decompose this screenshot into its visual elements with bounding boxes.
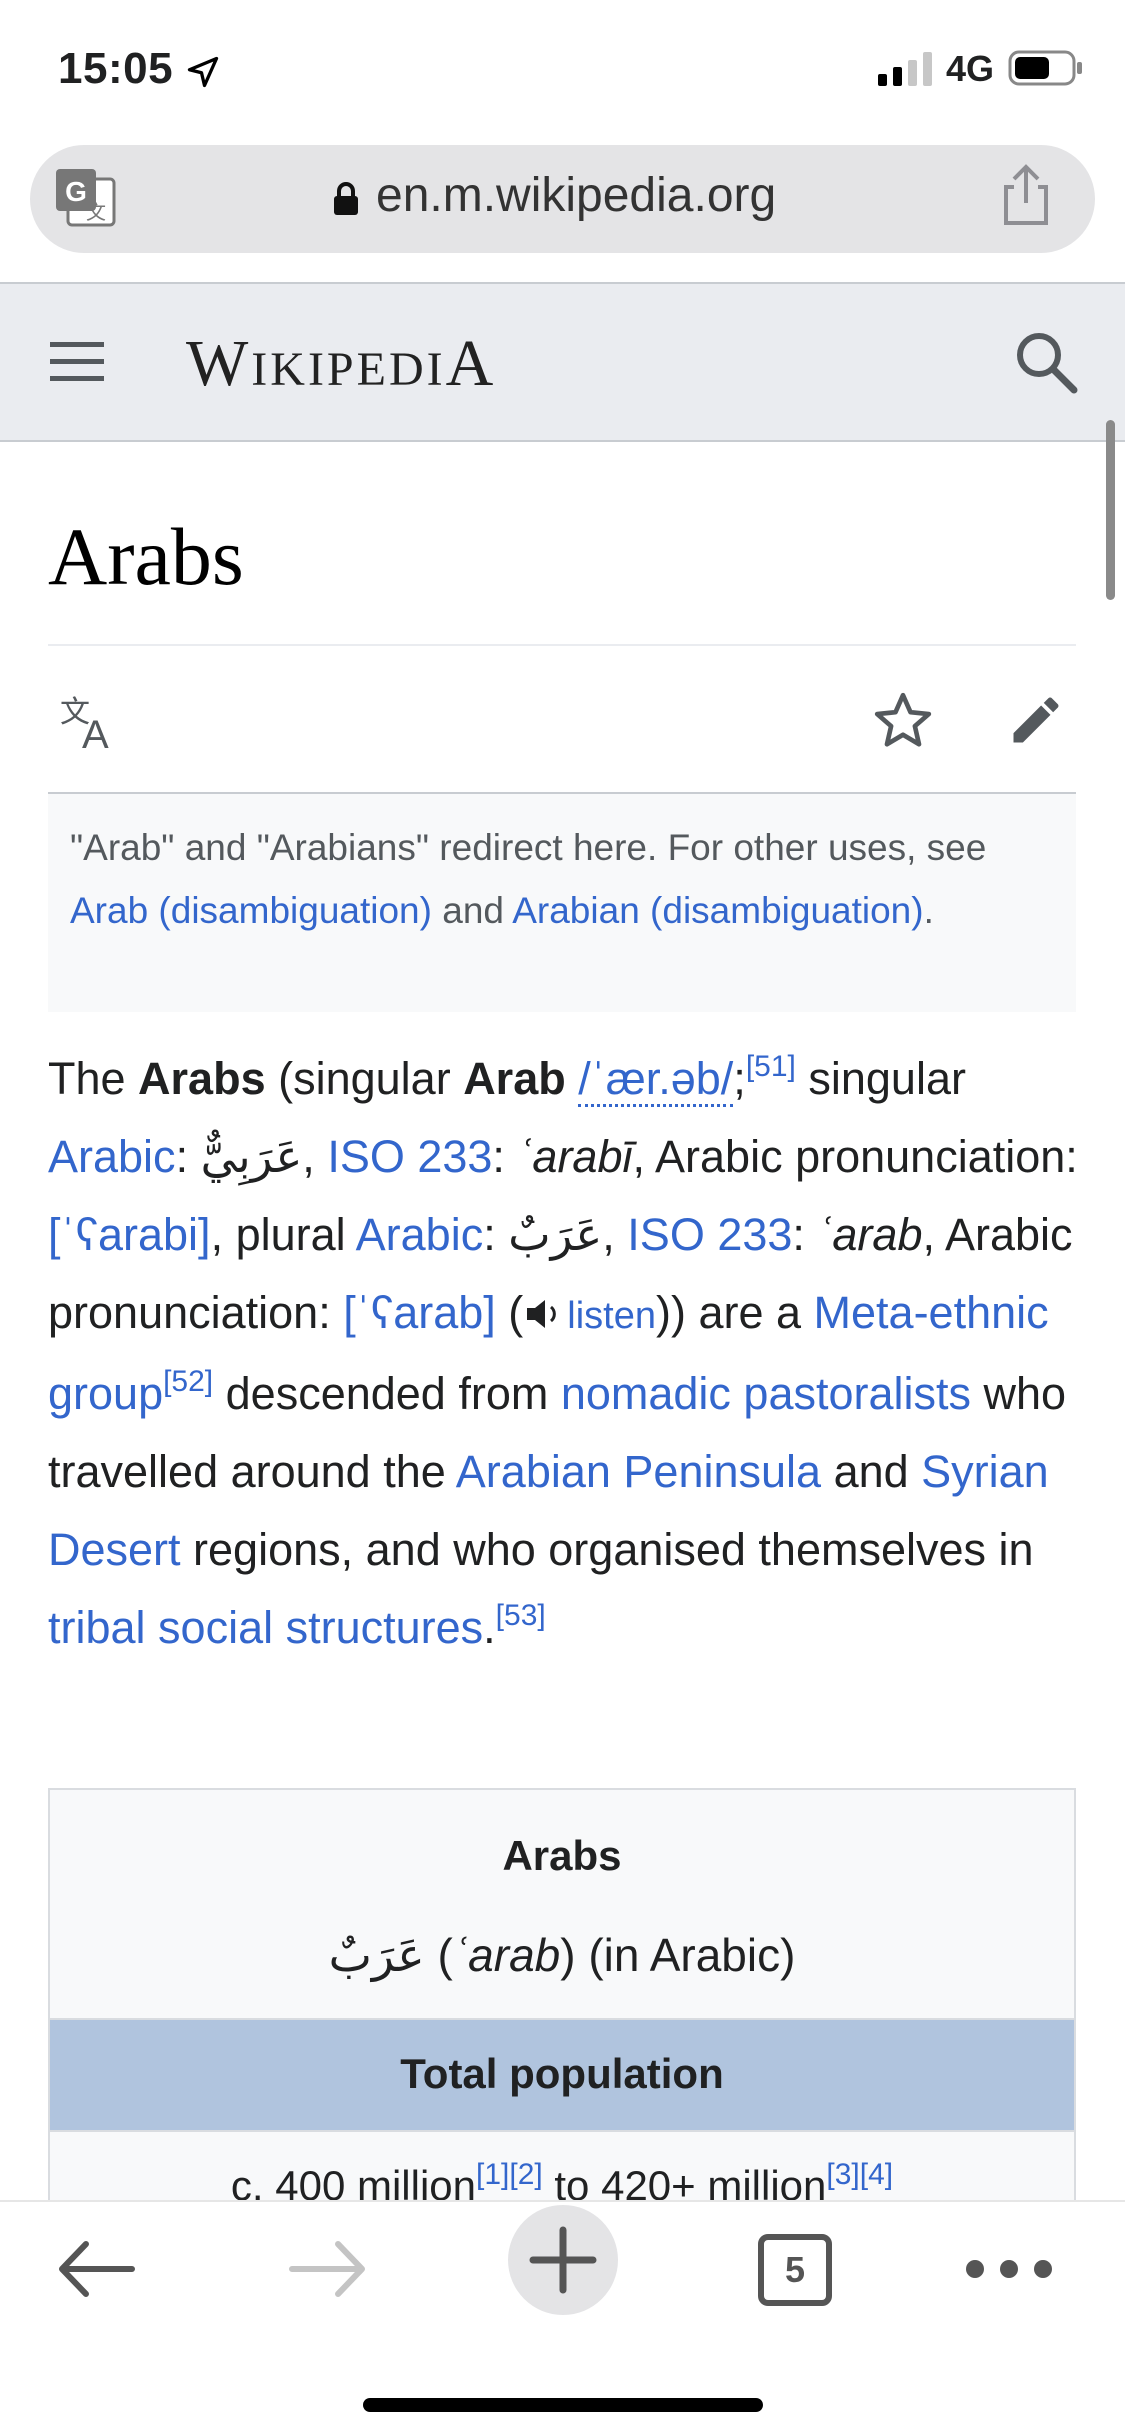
ipa-pronunciation-link[interactable]: [ˈʕarab] — [343, 1287, 496, 1338]
citation-link[interactable]: [3] — [826, 2158, 859, 2191]
ipa-pronunciation-link[interactable]: /ˈær.əb/ — [578, 1053, 734, 1107]
page-title: Arabs — [48, 511, 244, 602]
link-nomadic-pastoralists[interactable]: nomadic pastoralists — [561, 1368, 971, 1419]
citation-link[interactable]: [51] — [746, 1050, 796, 1083]
link-arabian-disambiguation[interactable]: Arabian (disambiguation) — [512, 890, 923, 931]
transliteration: ʿarabī — [517, 1131, 633, 1182]
link-arab-disambiguation[interactable]: Arab (disambiguation) — [70, 890, 432, 931]
wordmark-last: A — [445, 327, 497, 400]
arabic-script: عَرَبِيٌّ — [200, 1130, 303, 1183]
back-arrow-icon[interactable] — [54, 2236, 138, 2302]
link-arabic[interactable]: Arabic — [48, 1131, 176, 1182]
more-dots-icon[interactable] — [964, 2258, 1054, 2280]
hamburger-menu-icon[interactable] — [46, 338, 108, 386]
link-arabian-peninsula[interactable]: Arabian Peninsula — [456, 1446, 821, 1497]
svg-text:文: 文 — [86, 200, 106, 224]
new-tab-button[interactable] — [508, 2205, 618, 2315]
listen-link[interactable]: listen — [567, 1295, 656, 1337]
text: , plural — [210, 1209, 356, 1260]
link-arabic[interactable]: Arabic — [356, 1209, 484, 1260]
tab-switcher-button[interactable]: 5 — [758, 2234, 832, 2306]
text: The — [48, 1053, 139, 1104]
text: singular — [795, 1053, 966, 1104]
hatnote-text: . — [923, 890, 934, 931]
text: : — [792, 1209, 818, 1260]
transliteration: ʿarab — [817, 1209, 923, 1260]
status-time: 15:05 — [58, 44, 174, 93]
citation-link[interactable]: [52] — [163, 1365, 213, 1398]
citation-link[interactable]: [1] — [476, 2158, 509, 2191]
text: ( — [495, 1287, 524, 1338]
url-text[interactable]: en.m.wikipedia.org — [376, 168, 776, 223]
link-tribal-social-structures[interactable]: tribal social structures — [48, 1602, 483, 1653]
citation-link[interactable]: [4] — [860, 2158, 893, 2191]
arabic-script: عَرَبٌ — [328, 1928, 425, 1982]
text: ; — [733, 1053, 746, 1104]
plus-icon — [529, 2226, 597, 2294]
text: ) (in Arabic) — [560, 1929, 796, 1981]
title-divider — [48, 644, 1076, 646]
hatnote-text: "Arab" and "Arabians" redirect here. For… — [70, 827, 987, 868]
infobox: Arabs عَرَبٌ (ʿarab) (in Arabic) Total p… — [48, 1788, 1076, 2209]
text: and — [821, 1446, 922, 1497]
text: descended from — [213, 1368, 561, 1419]
text: . — [483, 1602, 496, 1653]
text: : — [483, 1209, 509, 1260]
forward-arrow-icon[interactable] — [286, 2236, 370, 2302]
share-icon[interactable] — [1000, 163, 1052, 229]
battery-icon — [1008, 50, 1082, 86]
star-icon[interactable] — [872, 690, 934, 752]
wikipedia-wordmark[interactable]: WIKIPEDIA — [186, 326, 496, 402]
scrollbar[interactable] — [1106, 420, 1115, 600]
lock-icon — [334, 182, 358, 215]
infobox-section-header: Total population — [50, 2018, 1074, 2132]
wordmark-middle: IKIPEDI — [251, 343, 446, 396]
wordmark-first: W — [186, 327, 252, 400]
wiki-header — [0, 282, 1125, 442]
location-arrow-icon — [187, 56, 219, 88]
infobox-title: Arabs — [502, 1832, 622, 1879]
text: )) are a — [655, 1287, 814, 1338]
infobox-native-name: عَرَبٌ (ʿarab) (in Arabic) — [50, 1928, 1074, 1982]
bold-term: Arab — [463, 1053, 566, 1104]
text — [566, 1053, 579, 1104]
text: regions, and who organised themselves in — [180, 1524, 1034, 1575]
google-translate-icon[interactable]: G 文 — [52, 165, 120, 233]
svg-text:G: G — [65, 176, 87, 207]
svg-text:A: A — [82, 713, 109, 752]
hatnote: "Arab" and "Arabians" redirect here. For… — [48, 794, 1076, 1012]
text: , — [602, 1209, 628, 1260]
citation-link[interactable]: [53] — [496, 1599, 546, 1632]
speaker-icon[interactable] — [523, 1296, 567, 1332]
search-icon[interactable] — [1012, 328, 1080, 396]
language-icon[interactable]: 文 A — [58, 692, 122, 752]
total-population-label: Total population — [400, 2050, 724, 2097]
text: : — [175, 1131, 201, 1182]
signal-icon — [878, 52, 932, 86]
link-iso-233[interactable]: ISO 233 — [627, 1209, 792, 1260]
text: , — [302, 1131, 328, 1182]
transliteration: ʿarab — [452, 1929, 561, 1981]
text: (singular — [265, 1053, 464, 1104]
pencil-edit-icon[interactable] — [1006, 690, 1066, 750]
arabic-script: عَرَبٌ — [508, 1208, 603, 1261]
bold-term: Arabs — [138, 1053, 266, 1104]
hatnote-text: and — [431, 890, 513, 931]
citation-link[interactable]: [2] — [509, 2158, 542, 2191]
link-iso-233[interactable]: ISO 233 — [327, 1131, 492, 1182]
home-indicator[interactable] — [363, 2398, 763, 2412]
network-type: 4G — [946, 48, 995, 89]
ipa-pronunciation-link[interactable]: [ˈʕarabi] — [48, 1209, 211, 1260]
text: ( — [424, 1929, 453, 1981]
lead-paragraph: The Arabs (singular Arab /ˈær.əb/;[51] s… — [48, 1040, 1088, 1667]
text: , Arabic pronunciation: — [632, 1131, 1078, 1182]
text: : — [492, 1131, 518, 1182]
